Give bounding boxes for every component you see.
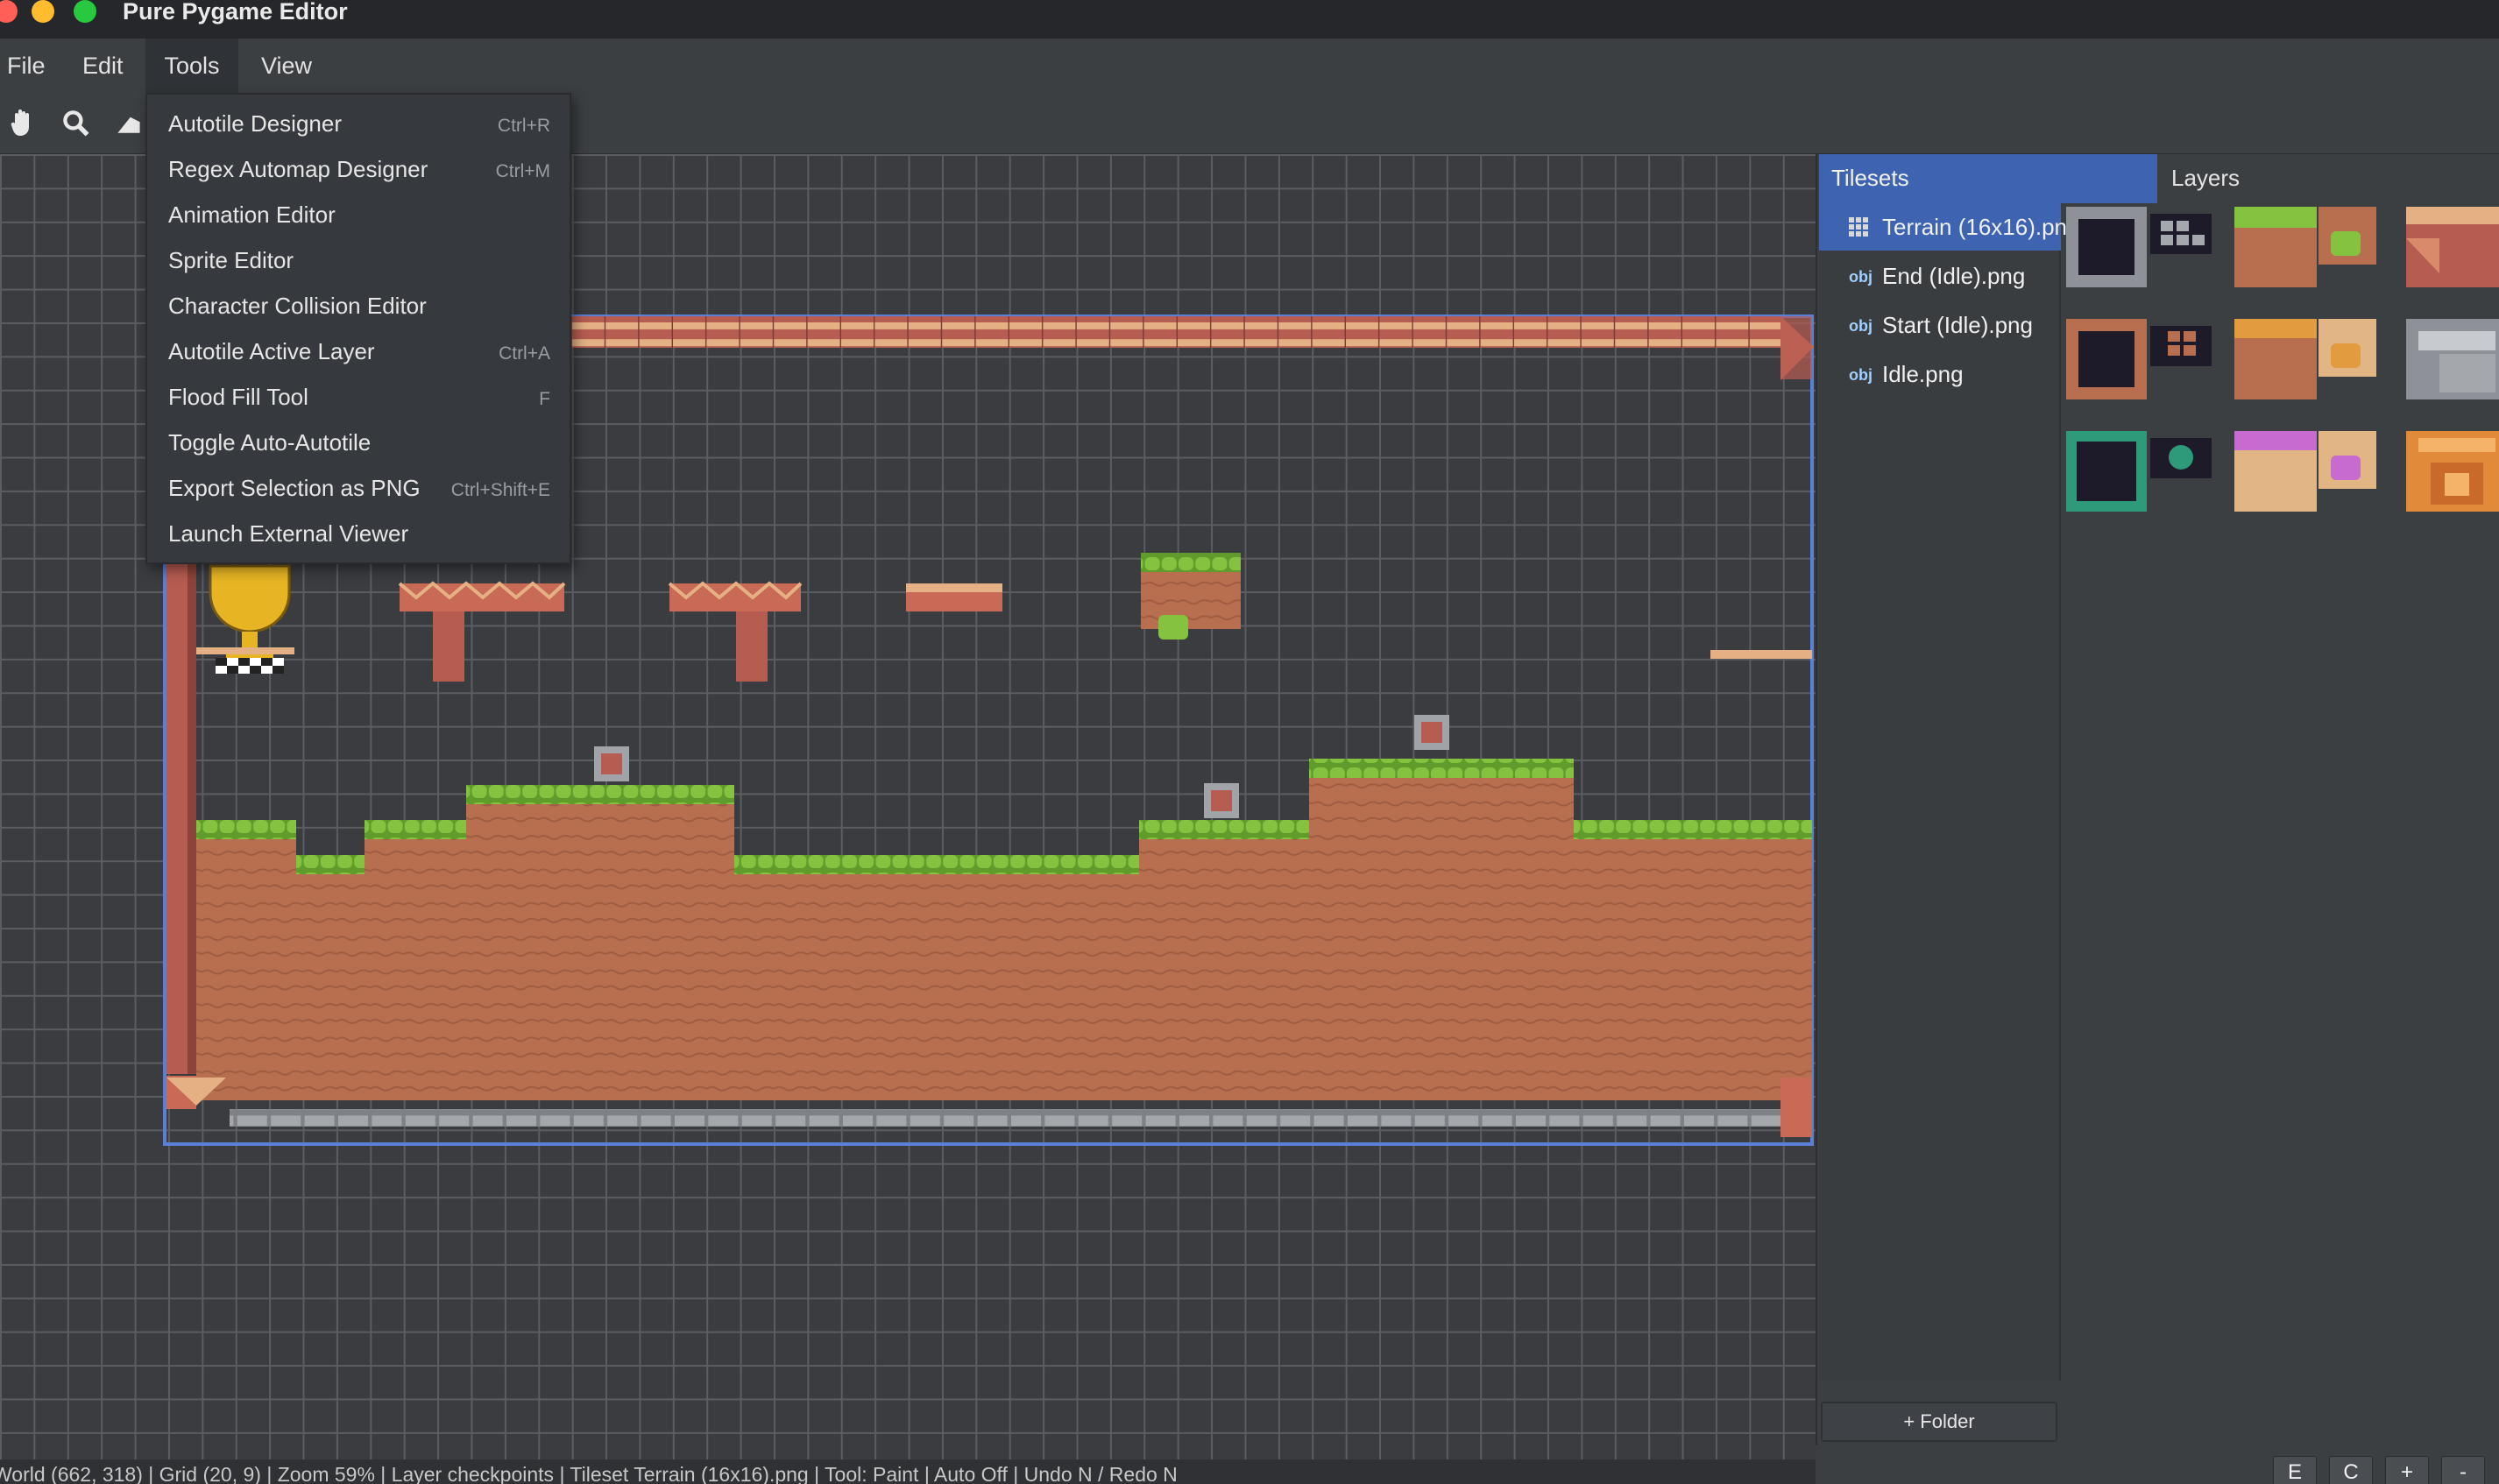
menu-item-regex-automap-designer[interactable]: Regex Automap Designer Ctrl+M bbox=[147, 147, 570, 193]
menu-item-autotile-active-layer[interactable]: Autotile Active Layer Ctrl+A bbox=[147, 329, 570, 375]
crate-2 bbox=[1204, 783, 1239, 818]
tree-item-label: End (Idle).png bbox=[1882, 263, 2026, 289]
t-platform-1 bbox=[398, 581, 566, 682]
grass-tuft bbox=[1158, 615, 1188, 640]
menu-item-autotile-designer[interactable]: Autotile Designer Ctrl+R bbox=[147, 102, 570, 147]
status-text: World (662, 318) | Grid (20, 9) | Zoom 5… bbox=[0, 1463, 1178, 1484]
menu-item-shortcut: F bbox=[539, 389, 550, 409]
object-icon: obj bbox=[1849, 317, 1872, 335]
menu-item-launch-external-viewer[interactable]: Launch External Viewer bbox=[147, 512, 570, 557]
menu-item-label: Flood Fill Tool bbox=[168, 384, 308, 410]
menu-tools[interactable]: Tools bbox=[145, 39, 238, 93]
metal-floor bbox=[230, 1109, 1780, 1127]
zoom-icon bbox=[63, 110, 89, 137]
menu-item-toggle-auto-autotile[interactable]: Toggle Auto-Autotile bbox=[147, 420, 570, 466]
zoom-tool-button[interactable] bbox=[53, 100, 100, 147]
grass-1 bbox=[196, 820, 296, 839]
panel-footer: E C + - bbox=[1816, 1445, 2499, 1484]
menu-bar: File Edit Tools View bbox=[0, 39, 2499, 93]
tab-label: Tilesets bbox=[1831, 165, 1909, 191]
eraser-icon bbox=[117, 117, 140, 133]
tree-item-label: Idle.png bbox=[1882, 361, 1964, 387]
grass-3 bbox=[365, 820, 466, 839]
grass-2 bbox=[296, 855, 365, 874]
floating-brick-top bbox=[906, 583, 1002, 592]
grass-6 bbox=[1139, 820, 1309, 839]
grid-icon bbox=[1849, 217, 1868, 237]
left-wall-edge bbox=[188, 557, 196, 1074]
menu-item-label: Toggle Auto-Autotile bbox=[168, 429, 372, 456]
menu-item-animation-editor[interactable]: Animation Editor bbox=[147, 193, 570, 238]
menu-item-shortcut: Ctrl+A bbox=[499, 343, 550, 364]
t-platform-2 bbox=[668, 581, 803, 682]
menu-item-export-selection-png[interactable]: Export Selection as PNG Ctrl+Shift+E bbox=[147, 466, 570, 512]
menu-file[interactable]: File bbox=[0, 39, 53, 93]
tree-item-label: Terrain (16x16).png bbox=[1882, 214, 2080, 240]
menu-item-label: Export Selection as PNG bbox=[168, 475, 421, 501]
title-bar: Pure Pygame Editor bbox=[0, 0, 2499, 39]
tileset-preview[interactable] bbox=[2063, 203, 2499, 554]
grass-4 bbox=[466, 785, 734, 804]
menu-item-label: Regex Automap Designer bbox=[168, 156, 428, 182]
tileset-tree: Terrain (16x16).png obj End (Idle).png o… bbox=[1819, 203, 2079, 1381]
crate-3 bbox=[1414, 715, 1449, 750]
menu-item-label: Autotile Active Layer bbox=[168, 338, 375, 364]
tree-item-label: Start (Idle).png bbox=[1882, 312, 2033, 338]
corner-right-bottom bbox=[1780, 1078, 1812, 1137]
trophy-end-sprite bbox=[196, 564, 294, 674]
menu-item-character-collision-editor[interactable]: Character Collision Editor bbox=[147, 284, 570, 329]
footer-button-add[interactable]: + bbox=[2385, 1456, 2429, 1484]
menu-item-label: Sprite Editor bbox=[168, 247, 294, 273]
grass-8 bbox=[1574, 820, 1812, 839]
footer-button-e[interactable]: E bbox=[2273, 1456, 2317, 1484]
menu-edit[interactable]: Edit bbox=[75, 39, 131, 93]
ground-terrain bbox=[196, 759, 1812, 1100]
menu-item-label: Launch External Viewer bbox=[168, 520, 409, 547]
menu-view[interactable]: View bbox=[254, 39, 319, 93]
object-icon: obj bbox=[1849, 268, 1872, 286]
minimize-window-button[interactable] bbox=[32, 0, 54, 23]
menu-item-flood-fill-tool[interactable]: Flood Fill Tool F bbox=[147, 375, 570, 420]
object-icon: obj bbox=[1849, 366, 1872, 384]
footer-button-remove[interactable]: - bbox=[2441, 1456, 2485, 1484]
tree-item-end-idle[interactable]: obj End (Idle).png bbox=[1819, 252, 2061, 300]
add-folder-button[interactable]: + Folder bbox=[1821, 1402, 2057, 1442]
right-ledge bbox=[1710, 650, 1812, 659]
menu-item-label: Character Collision Editor bbox=[168, 293, 427, 319]
menu-item-shortcut: Ctrl+M bbox=[495, 161, 550, 181]
crate-1 bbox=[594, 746, 629, 781]
hand-tool-button[interactable] bbox=[0, 100, 47, 147]
footer-button-c[interactable]: C bbox=[2329, 1456, 2373, 1484]
close-window-button[interactable] bbox=[0, 0, 18, 23]
floating-grass-top bbox=[1141, 553, 1241, 572]
menu-item-shortcut: Ctrl+Shift+E bbox=[450, 480, 550, 500]
maximize-window-button[interactable] bbox=[74, 0, 96, 23]
tab-tilesets[interactable]: Tilesets bbox=[1819, 154, 2157, 203]
menu-item-label: Autotile Designer bbox=[168, 110, 342, 137]
status-bar: World (662, 318) | Grid (20, 9) | Zoom 5… bbox=[0, 1459, 1816, 1484]
ceiling-corner-block bbox=[1780, 316, 1812, 379]
ceiling-platform bbox=[571, 316, 1780, 348]
grass-5 bbox=[734, 855, 1139, 874]
tab-label: Layers bbox=[2171, 165, 2241, 191]
tree-item-start-idle[interactable]: obj Start (Idle).png bbox=[1819, 301, 2061, 349]
editor-window: Pure Pygame Editor File Edit Tools View bbox=[0, 0, 2499, 1484]
tab-layers[interactable]: Layers bbox=[2157, 154, 2499, 203]
menu-item-label: Animation Editor bbox=[168, 201, 336, 228]
tree-item-idle[interactable]: obj Idle.png bbox=[1819, 350, 2061, 398]
tools-dropdown-menu: Autotile Designer Ctrl+R Regex Automap D… bbox=[145, 93, 571, 564]
tree-item-terrain[interactable]: Terrain (16x16).png bbox=[1819, 203, 2079, 251]
right-panel: Tilesets Layers Terrain (16x16).png obj … bbox=[1816, 154, 2499, 1459]
menu-item-sprite-editor[interactable]: Sprite Editor bbox=[147, 238, 570, 284]
hand-icon bbox=[11, 110, 29, 136]
window-title: Pure Pygame Editor bbox=[123, 0, 348, 25]
grass-7 bbox=[1309, 759, 1574, 778]
menu-item-shortcut: Ctrl+R bbox=[497, 116, 550, 136]
